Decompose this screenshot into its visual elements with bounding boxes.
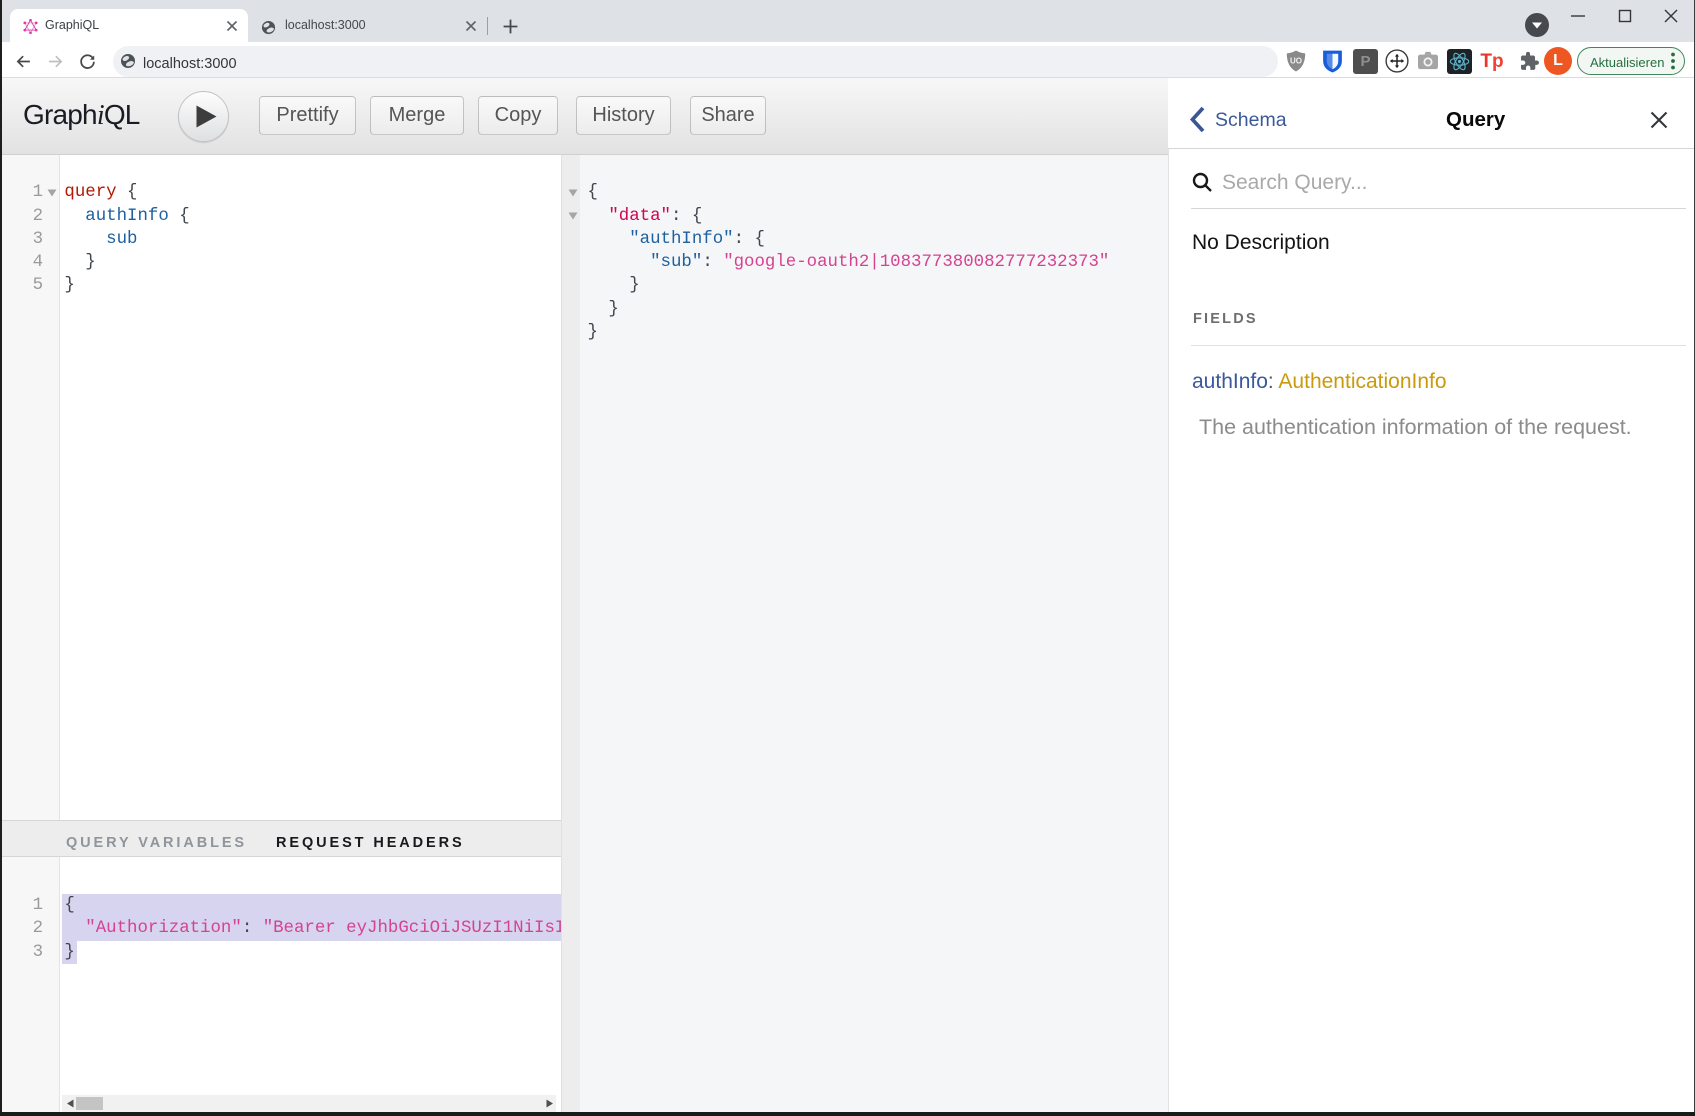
svg-text:UO: UO xyxy=(1290,57,1302,66)
